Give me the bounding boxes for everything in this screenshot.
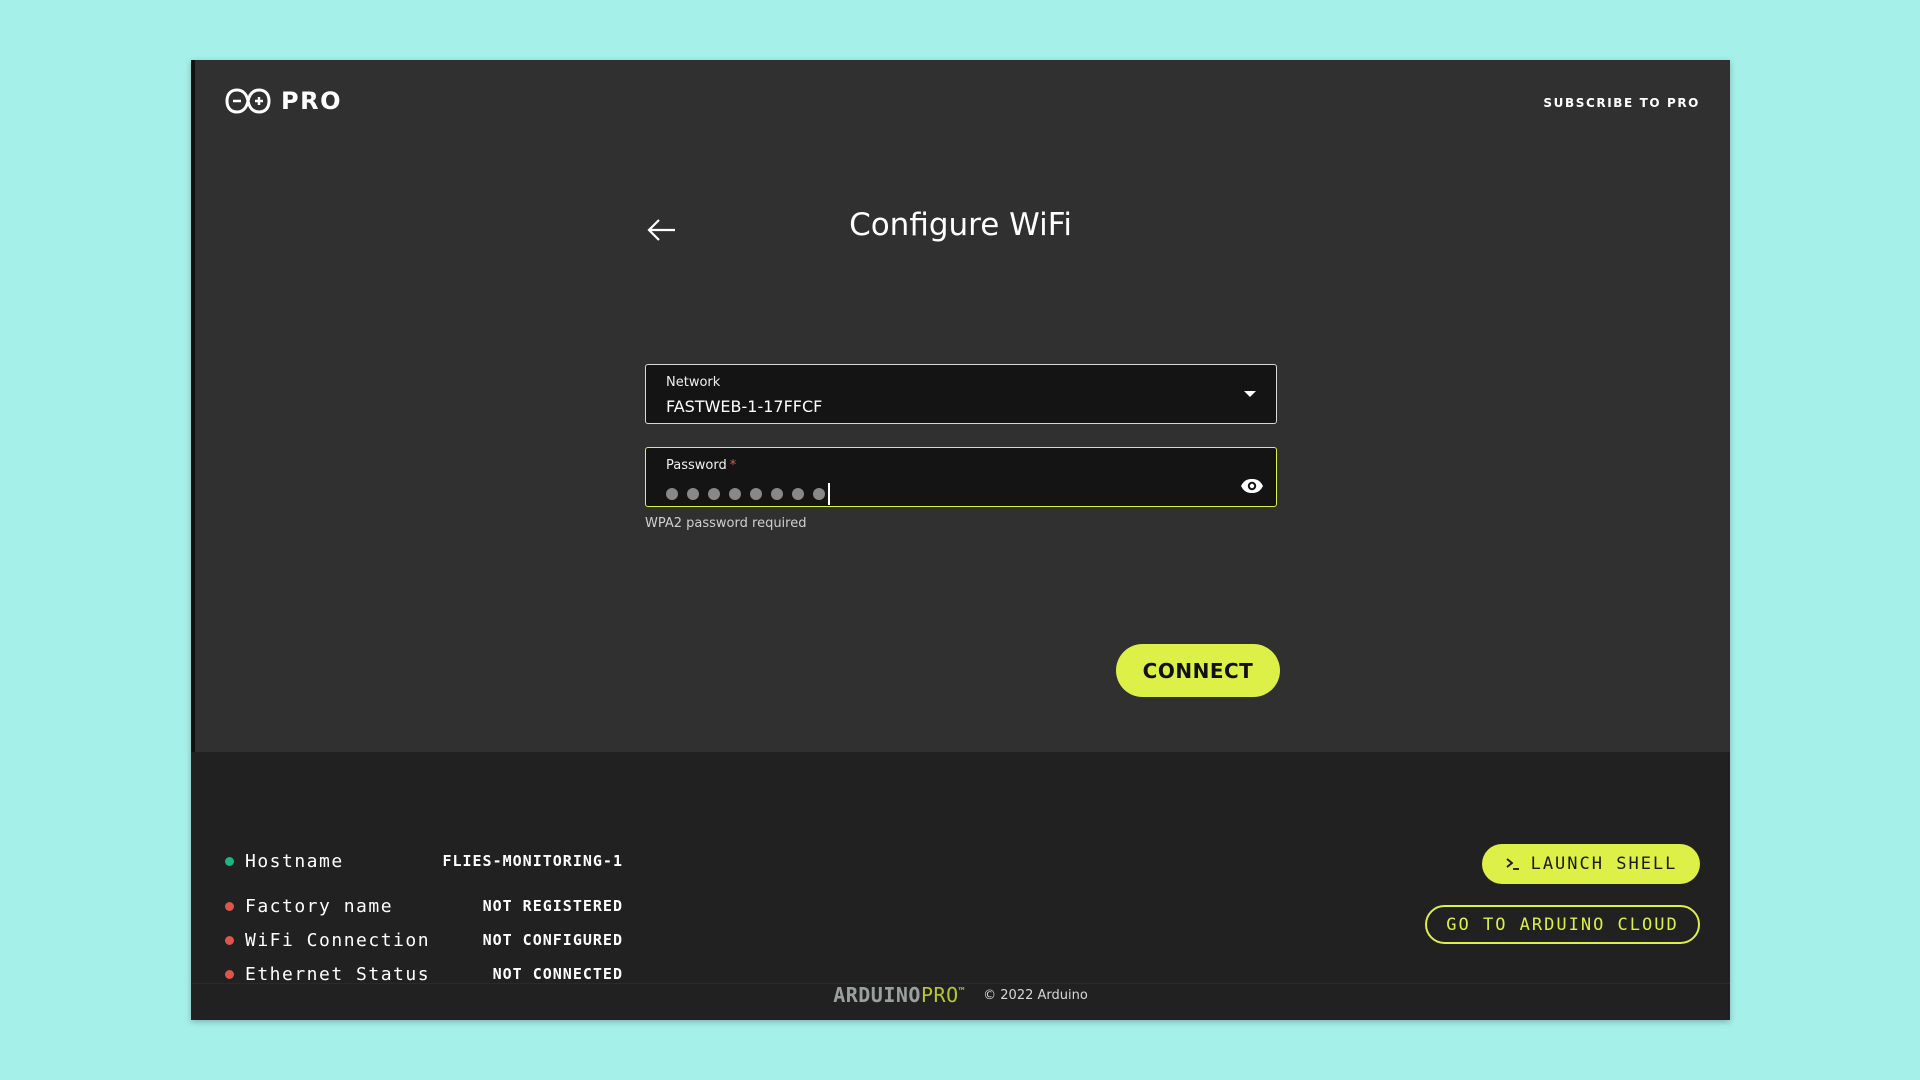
status-label: Factory name [245, 895, 394, 917]
password-label-text: Password [666, 458, 727, 473]
logo-text: PRO [281, 87, 342, 115]
network-select[interactable]: Network FASTWEB-1-17FFCF [645, 364, 1277, 424]
password-dot [666, 488, 678, 500]
text-cursor [828, 483, 830, 505]
copyright-text: © 2022 Arduino [983, 987, 1088, 1003]
password-dot [729, 488, 741, 500]
password-helper-text: WPA2 password required [645, 516, 807, 531]
app-window: PRO SUBSCRIBE TO PRO Configure WiFi Netw… [191, 60, 1730, 1020]
status-dot [225, 969, 234, 979]
network-value: FASTWEB-1-17FFCF [666, 397, 823, 416]
brand-part-2: PRO [920, 983, 959, 1007]
status-value: NOT REGISTERED [482, 897, 623, 915]
password-dot [687, 488, 699, 500]
toggle-password-visibility[interactable] [1240, 478, 1264, 494]
terminal-prompt-icon [1506, 858, 1519, 870]
status-row-hostname: Hostname FLIES-MONITORING-1 [225, 849, 623, 873]
status-label: Hostname [245, 850, 344, 872]
password-label: Password * [666, 458, 736, 473]
footer: ARDUINOPRO™ © 2022 Arduino [191, 980, 1730, 1010]
infinity-logo-icon [225, 88, 271, 114]
status-label: WiFi Connection [245, 929, 431, 951]
connect-button[interactable]: CONNECT [1116, 644, 1280, 697]
password-masked-value [666, 483, 830, 505]
arduino-pro-wordmark: ARDUINOPRO™ [833, 983, 965, 1007]
status-row-factory-name: Factory name NOT REGISTERED [225, 894, 623, 918]
trademark-mark: ™ [958, 986, 966, 998]
required-mark: * [729, 458, 737, 473]
go-to-arduino-cloud-button[interactable]: GO TO ARDUINO CLOUD [1425, 905, 1700, 944]
status-dot [225, 935, 234, 945]
network-label: Network [666, 375, 721, 390]
caret-down-icon[interactable] [1244, 391, 1256, 397]
password-dot [792, 488, 804, 500]
status-value: FLIES-MONITORING-1 [442, 852, 623, 870]
password-dot [750, 488, 762, 500]
status-row-wifi-connection: WiFi Connection NOT CONFIGURED [225, 928, 623, 952]
status-dot [225, 901, 234, 911]
subscribe-link[interactable]: SUBSCRIBE TO PRO [1543, 96, 1700, 110]
password-dot [771, 488, 783, 500]
status-value: NOT CONFIGURED [482, 931, 623, 949]
status-dot [225, 856, 234, 866]
launch-shell-label: LAUNCH SHELL [1530, 854, 1678, 874]
password-dot [813, 488, 825, 500]
eye-icon [1241, 479, 1263, 493]
launch-shell-button[interactable]: LAUNCH SHELL [1482, 844, 1700, 884]
password-dot [708, 488, 720, 500]
brand-part-1: ARDUINO [833, 983, 921, 1007]
password-field[interactable]: Password * [645, 447, 1277, 507]
arduino-pro-logo[interactable]: PRO [225, 87, 342, 115]
page-title: Configure WiFi [849, 207, 1072, 243]
